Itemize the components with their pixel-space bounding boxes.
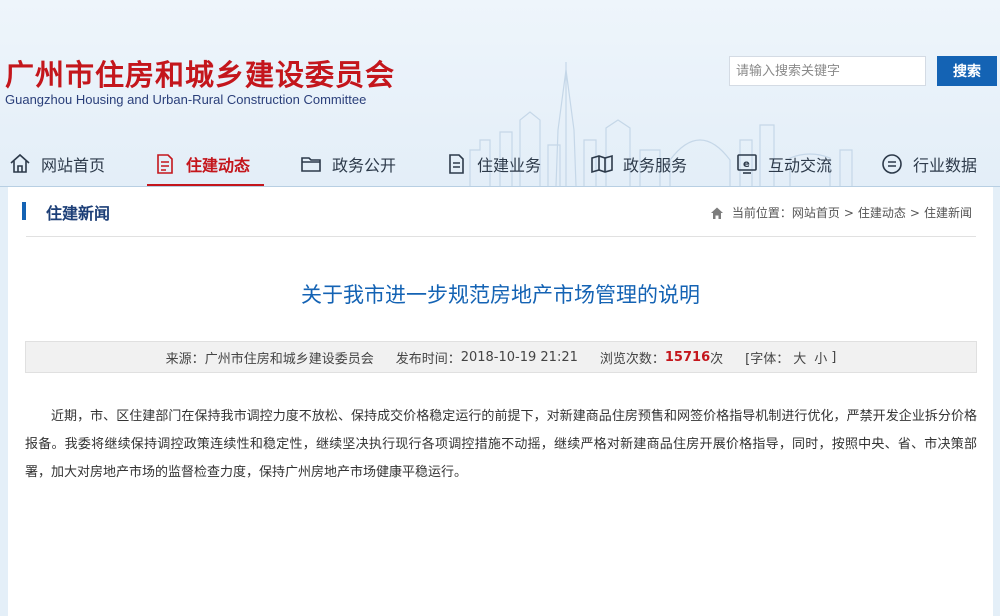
nav-item-news[interactable]: 住建动态 <box>146 140 265 187</box>
views-unit: 次 <box>710 351 724 367</box>
service-icon <box>590 152 614 176</box>
search-button[interactable]: 搜索 <box>937 56 997 86</box>
nav-item-label: 政务公开 <box>332 155 397 175</box>
nav-item-industry-data[interactable]: 行业数据 <box>880 140 977 187</box>
font-size-label: [字体： <box>745 351 790 367</box>
nav-item-services[interactable]: 政务服务 <box>590 140 687 187</box>
document-icon <box>153 152 177 176</box>
content-panel <box>8 187 993 616</box>
breadcrumb-current[interactable]: 住建新闻 <box>924 204 972 221</box>
svg-text:e: e <box>743 159 750 170</box>
site-title: 广州市住房和城乡建设委员会 <box>5 58 396 92</box>
breadcrumb-separator: > <box>909 205 920 220</box>
nav-item-label: 互动交流 <box>768 155 833 175</box>
font-size-large-button[interactable]: 大 <box>793 348 806 367</box>
article-title: 关于我市进一步规范房地产市场管理的说明 <box>301 283 700 307</box>
font-size-small-button[interactable]: 小 <box>814 348 827 367</box>
nav-item-label: 住建动态 <box>186 155 251 175</box>
nav-item-label: 住建业务 <box>477 155 542 175</box>
views-label: 浏览次数： <box>599 351 665 367</box>
breadcrumb: 当前位置： 网站首页 > 住建动态 > 住建新闻 <box>710 204 972 221</box>
data-icon <box>880 152 904 176</box>
nav-item-label: 网站首页 <box>41 155 106 175</box>
e-interact-icon: e <box>735 152 759 176</box>
nav-item-label: 政务服务 <box>623 155 688 175</box>
date-value: 2018-10-19 21:21 <box>460 349 578 365</box>
breadcrumb-home[interactable]: 网站首页 <box>792 204 840 221</box>
views-count: 15716 <box>664 349 711 365</box>
article-body: 近期，市、区住建部门在保持我市调控力度不放松、保持成交价格稳定运行的前提下，对新… <box>25 409 977 480</box>
home-icon <box>710 207 723 219</box>
home-icon <box>8 152 32 176</box>
source-value: 广州市住房和城乡建设委员会 <box>204 351 374 367</box>
breadcrumb-prefix: 当前位置： <box>731 206 792 220</box>
section-marker <box>22 202 26 220</box>
date-label: 发布时间： <box>395 351 461 367</box>
nav-item-public-affairs[interactable]: 政务公开 <box>299 140 396 187</box>
main-navigation: 网站首页 住建动态 政务公开 住建业务 政务服务 e 互动交流 行业数据 <box>0 140 1000 187</box>
font-size-close: ] <box>831 349 837 365</box>
folder-icon <box>299 152 323 176</box>
breadcrumb-separator: > <box>843 205 854 220</box>
nav-item-label: 行业数据 <box>913 155 978 175</box>
article-meta: 来源： 广州市住房和城乡建设委员会 发布时间： 2018-10-19 21:21… <box>25 341 977 373</box>
nav-item-business[interactable]: 住建业务 <box>444 140 541 187</box>
nav-item-interaction[interactable]: e 互动交流 <box>735 140 832 187</box>
site-subtitle-english: Guangzhou Housing and Urban-Rural Constr… <box>5 92 367 107</box>
section-divider <box>26 236 976 237</box>
source-label: 来源： <box>165 351 205 367</box>
section-title: 住建新闻 <box>46 204 111 223</box>
nav-item-home[interactable]: 网站首页 <box>8 140 105 187</box>
search-input[interactable] <box>729 56 926 86</box>
site-header: 广州市住房和城乡建设委员会 Guangzhou Housing and Urba… <box>0 0 1000 187</box>
breadcrumb-news[interactable]: 住建动态 <box>858 204 906 221</box>
file-icon <box>444 152 468 176</box>
